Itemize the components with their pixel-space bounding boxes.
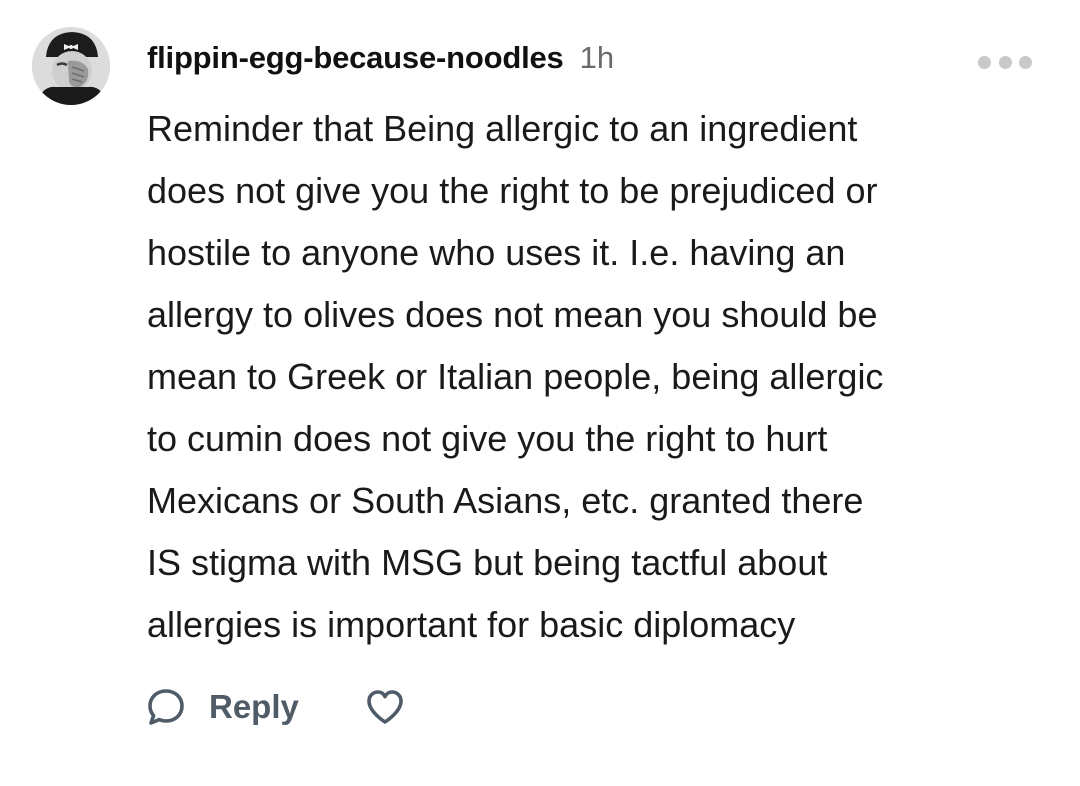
comment-header: flippin-egg-because-noodles 1h bbox=[147, 40, 614, 84]
speech-bubble-icon bbox=[148, 689, 184, 725]
more-dots-icon bbox=[998, 55, 1012, 69]
username-link[interactable]: flippin-egg-because-noodles bbox=[147, 40, 564, 76]
like-button[interactable] bbox=[365, 688, 405, 726]
reply-button[interactable]: Reply bbox=[146, 687, 299, 727]
avatar[interactable] bbox=[32, 27, 110, 105]
comment-card: flippin-egg-because-noodles 1h Reminder … bbox=[0, 0, 1080, 786]
more-dots-icon bbox=[1019, 55, 1032, 69]
timestamp: 1h bbox=[579, 40, 615, 75]
comment-actions: Reply bbox=[146, 680, 405, 734]
more-dots-icon bbox=[978, 55, 991, 69]
heart-icon bbox=[367, 690, 403, 724]
more-options-button[interactable] bbox=[978, 52, 1032, 72]
comment-body: Reminder that Being allergic to an ingre… bbox=[147, 108, 884, 645]
reply-label: Reply bbox=[209, 688, 299, 725]
avatar-image bbox=[32, 27, 110, 105]
